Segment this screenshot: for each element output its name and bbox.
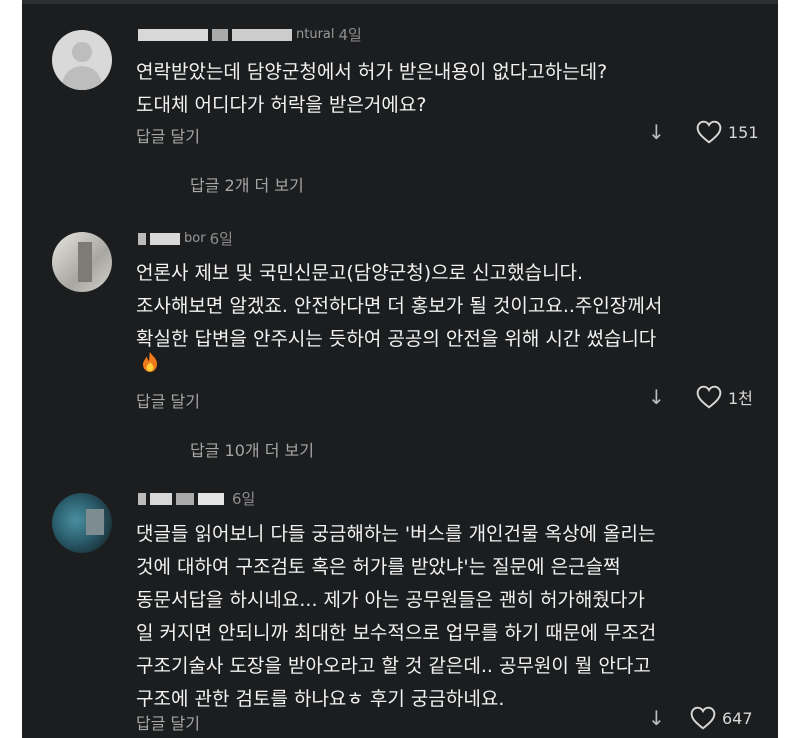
reply-button[interactable]: 답글 달기	[136, 388, 200, 412]
avatar[interactable]	[52, 30, 112, 90]
arrow-down-icon[interactable]: ↓	[648, 120, 665, 144]
heart-icon	[690, 706, 716, 730]
like-button[interactable]: 647	[690, 706, 753, 730]
heart-icon	[696, 120, 722, 144]
avatar[interactable]	[52, 493, 112, 553]
author-name-fragment: bor	[184, 231, 206, 246]
comment-text: 댓글들 읽어보니 다들 궁금해하는 '버스를 개인건물 옥상에 올리는 것에 대…	[136, 523, 657, 710]
comment-time: 6일	[209, 230, 233, 248]
arrow-down-icon[interactable]: ↓	[648, 706, 665, 730]
arrow-down-icon[interactable]: ↓	[648, 385, 665, 409]
top-divider	[22, 0, 778, 4]
like-count: 647	[722, 708, 753, 728]
comment-author[interactable]: ntural 4일	[138, 24, 362, 44]
heart-icon	[696, 385, 722, 409]
view-more-replies[interactable]: 답글 10개 더 보기	[190, 437, 314, 461]
reply-button[interactable]: 답글 달기	[136, 710, 200, 734]
comment-author[interactable]: 6일	[138, 488, 255, 508]
comment-text: 언론사 제보 및 국민신문고(담양군청)으로 신고했습니다. 조사해보면 알겠죠…	[136, 262, 663, 350]
reply-button[interactable]: 답글 달기	[136, 123, 200, 147]
like-count: 151	[728, 122, 759, 142]
comments-panel: ntural 4일 연락받았는데 담양군청에서 허가 받은내용이 없다고하는데? …	[22, 0, 778, 738]
like-button[interactable]: 1천	[696, 385, 753, 409]
author-name-fragment: ntural	[296, 27, 335, 42]
comment-text: 연락받았는데 담양군청에서 허가 받은내용이 없다고하는데? 도대체 어디다가 …	[136, 61, 608, 116]
fire-icon	[143, 352, 157, 372]
view-more-replies[interactable]: 답글 2개 더 보기	[190, 172, 304, 196]
comment-time: 6일	[232, 490, 256, 508]
comment-author[interactable]: bor 6일	[138, 228, 233, 248]
comment-time: 4일	[338, 26, 362, 44]
avatar[interactable]	[52, 232, 112, 292]
like-count: 1천	[728, 389, 753, 408]
like-button[interactable]: 151	[696, 120, 759, 144]
